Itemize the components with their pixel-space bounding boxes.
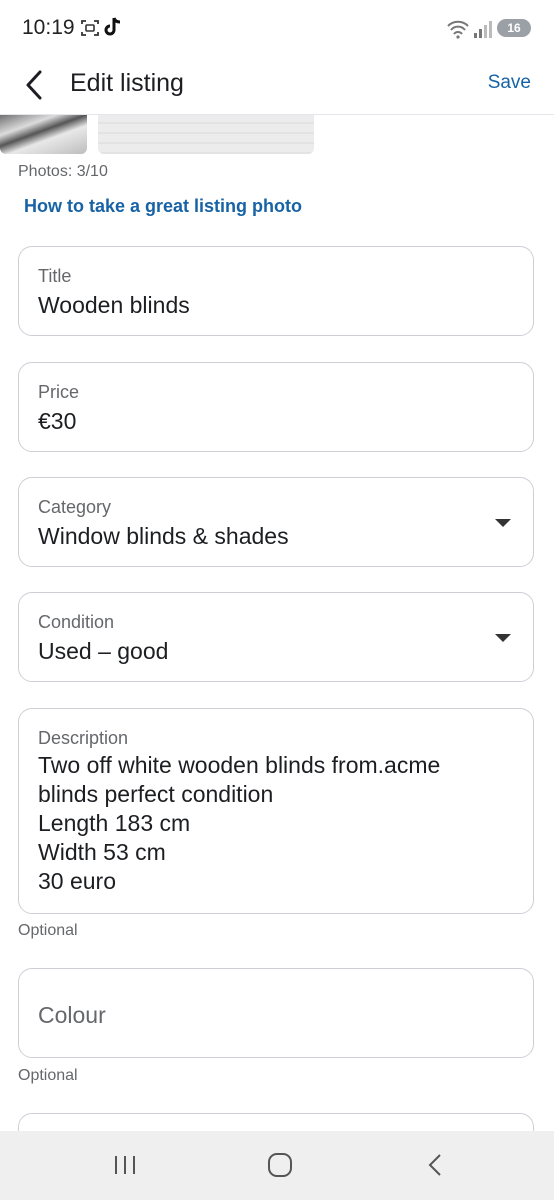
home-icon[interactable] (265, 1151, 295, 1184)
field-label: Category (38, 497, 112, 517)
dropdown-arrow-icon (495, 519, 511, 527)
back-icon[interactable] (424, 1151, 446, 1184)
page-title: Edit listing (70, 69, 184, 97)
battery-indicator: 16 (497, 19, 531, 37)
category-select[interactable]: Category Window blinds & shades (18, 477, 534, 567)
recent-apps-icon[interactable] (112, 1151, 138, 1184)
condition-value: Used – good (38, 638, 169, 664)
description-line: Length 183 cm (38, 810, 191, 836)
condition-select[interactable]: Condition Used – good (18, 592, 534, 682)
colour-helper-text: Optional (18, 1067, 78, 1084)
signal-icon (473, 19, 493, 44)
price-field[interactable]: Price €30 (18, 362, 534, 452)
field-label: Condition (38, 612, 115, 632)
description-field[interactable]: Description Two off white wooden blinds … (18, 708, 534, 914)
price-value: €30 (38, 408, 77, 434)
title-value: Wooden blinds (38, 292, 190, 318)
photos-count: Photos: 3/10 (18, 163, 108, 180)
save-button[interactable]: Save (488, 72, 531, 94)
wifi-icon (447, 19, 469, 44)
status-time: 10:19 (22, 16, 75, 39)
photo-tips-link[interactable]: How to take a great listing photo (24, 196, 302, 217)
colour-field[interactable]: Colour (18, 968, 534, 1058)
category-value: Window blinds & shades (38, 523, 289, 549)
app-header: Edit listing Save (0, 58, 554, 115)
system-navigation-bar (0, 1131, 554, 1200)
listing-photo-thumbnail[interactable] (98, 114, 314, 154)
dropdown-arrow-icon (495, 634, 511, 642)
field-label: Title (38, 266, 72, 286)
description-line: Two off white wooden blinds from.acme (38, 752, 441, 778)
field-label: Price (38, 382, 80, 402)
field-label: Description (38, 728, 129, 748)
description-helper-text: Optional (18, 922, 78, 939)
tiktok-icon (104, 16, 122, 43)
screenshot-icon (80, 18, 100, 43)
description-line: Width 53 cm (38, 839, 166, 865)
listing-photo-thumbnail[interactable] (0, 114, 87, 154)
back-arrow-icon[interactable] (20, 68, 50, 102)
colour-placeholder: Colour (38, 1002, 106, 1028)
description-line: 30 euro (38, 868, 117, 894)
title-field[interactable]: Title Wooden blinds (18, 246, 534, 336)
status-bar: 10:19 16 (0, 0, 554, 58)
description-text: Two off white wooden blinds from.acme bl… (38, 751, 440, 896)
description-line: blinds perfect condition (38, 781, 274, 807)
